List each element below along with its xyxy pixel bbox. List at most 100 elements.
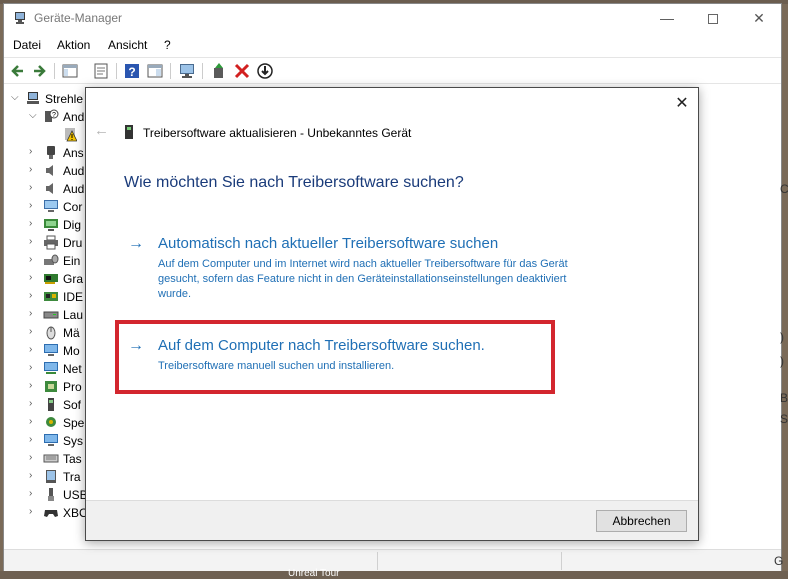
audio-input-icon: [47, 146, 55, 159]
menu-bar: Datei Aktion Ansicht ?: [4, 34, 781, 56]
taskbar-item-label[interactable]: Unreal Tour: [288, 568, 340, 579]
action-pane-icon[interactable]: [146, 62, 164, 80]
properties-icon[interactable]: [92, 62, 110, 80]
software-device-icon: [48, 398, 54, 411]
title-bar: Geräte-Manager — ✕: [4, 4, 781, 32]
chevron-right-icon[interactable]: ›: [29, 271, 41, 285]
chevron-right-icon[interactable]: ›: [29, 343, 41, 357]
chevron-right-icon[interactable]: ›: [29, 397, 41, 411]
chevron-right-icon[interactable]: ›: [29, 217, 41, 231]
chevron-right-icon[interactable]: ›: [29, 163, 41, 177]
tree-item-label: Aud: [63, 182, 85, 196]
monitor-icon: [44, 344, 58, 356]
device-icon: [125, 125, 133, 139]
show-hide-console-tree-icon[interactable]: [61, 62, 79, 80]
chevron-down-icon[interactable]: ⌵: [11, 91, 23, 105]
dialog-close-button[interactable]: ✕: [672, 94, 692, 114]
chevron-right-icon[interactable]: ›: [29, 505, 41, 519]
back-icon[interactable]: [9, 62, 27, 80]
input-device-icon: [44, 254, 59, 265]
ide-controller-icon: [44, 292, 58, 301]
tree-item-label: Dig: [63, 218, 82, 232]
arrow-right-icon: →: [128, 337, 144, 354]
tree-item-label: Gra: [63, 272, 84, 286]
menu-datei[interactable]: Datei: [13, 38, 41, 52]
dialog-title: Treibersoftware aktualisieren - Unbekann…: [143, 126, 412, 140]
update-driver-dialog: ✕ ← Treibersoftware aktualisieren - Unbe…: [85, 87, 699, 541]
menu-ansicht[interactable]: Ansicht: [108, 38, 147, 52]
minimize-button[interactable]: —: [644, 4, 690, 32]
graphics-card-icon: [44, 274, 58, 284]
chevron-right-icon[interactable]: ›: [29, 361, 41, 375]
arrow-right-icon: →: [128, 235, 144, 252]
system-device-icon: [44, 434, 58, 446]
tree-item-label: IDE: [63, 290, 84, 304]
option-title[interactable]: Automatisch nach aktueller Treibersoftwa…: [158, 235, 498, 252]
option-description: Auf dem Computer und im Internet wird na…: [158, 258, 568, 300]
unknown-device-icon: ?: [45, 109, 59, 122]
tree-item-label: Aud: [63, 164, 85, 178]
tree-item-label: Tra: [63, 470, 81, 484]
chevron-down-icon[interactable]: ⌵: [29, 109, 41, 123]
chevron-right-icon[interactable]: ›: [29, 379, 41, 393]
chevron-right-icon[interactable]: ›: [29, 307, 41, 321]
status-bar: G: [4, 549, 783, 571]
close-button[interactable]: ✕: [736, 4, 782, 32]
disable-device-icon[interactable]: [256, 62, 274, 80]
chevron-right-icon[interactable]: ›: [29, 451, 41, 465]
chevron-right-icon[interactable]: ›: [29, 487, 41, 501]
maximize-icon: [708, 14, 718, 25]
gamepad-icon: [44, 510, 58, 517]
back-button[interactable]: ←: [94, 123, 110, 139]
processor-icon: [45, 381, 57, 392]
tree-item-label: Net: [63, 362, 82, 376]
chevron-right-icon[interactable]: ›: [29, 145, 41, 159]
tree-root-label: Strehle: [45, 92, 84, 106]
browse-computer-option[interactable]: → Auf dem Computer nach Treibersoftware …: [124, 337, 584, 377]
uninstall-device-icon[interactable]: [233, 62, 251, 80]
search-automatically-option[interactable]: → Automatisch nach aktueller Treibersoft…: [124, 235, 584, 305]
tree-item-label: Ans: [63, 146, 84, 160]
tree-item-label: Tas: [63, 452, 82, 466]
chevron-right-icon[interactable]: ›: [29, 253, 41, 267]
toolbar-separator: [170, 63, 171, 79]
tree-item-label: Mä: [63, 326, 80, 340]
portable-device-icon: [46, 470, 56, 483]
digital-tv-icon: [44, 219, 58, 231]
scan-hardware-icon[interactable]: [178, 62, 196, 80]
dialog-question: Wie möchten Sie nach Treibersoftware suc…: [124, 174, 464, 191]
clipped-text: ): [780, 354, 784, 368]
chevron-right-icon[interactable]: ›: [29, 235, 41, 249]
printer-icon: [44, 235, 58, 250]
update-driver-icon[interactable]: [210, 62, 228, 80]
chevron-right-icon[interactable]: ›: [29, 433, 41, 447]
usb-icon: [48, 488, 54, 501]
tree-item-label: Lau: [63, 308, 84, 322]
chevron-right-icon[interactable]: ›: [29, 415, 41, 429]
tree-item-label: Spe: [63, 416, 85, 430]
chevron-right-icon[interactable]: ›: [29, 199, 41, 213]
status-cell: [377, 552, 561, 570]
chevron-right-icon[interactable]: ›: [29, 289, 41, 303]
chevron-right-icon[interactable]: ›: [29, 469, 41, 483]
clipped-text: B: [780, 391, 788, 405]
forward-icon[interactable]: [30, 62, 48, 80]
minimize-icon: —: [660, 10, 674, 26]
toolbar-separator: [54, 63, 55, 79]
warning-device-icon: [65, 128, 77, 142]
option-title[interactable]: Auf dem Computer nach Treibersoftware su…: [158, 337, 485, 354]
storage-controller-icon: [46, 417, 56, 427]
menu-help[interactable]: ?: [164, 38, 171, 52]
menu-aktion[interactable]: Aktion: [57, 38, 90, 52]
speaker-icon: [46, 183, 53, 194]
svg-text:?: ?: [128, 65, 135, 79]
chevron-right-icon[interactable]: ›: [29, 325, 41, 339]
svg-text:?: ?: [52, 112, 56, 119]
cancel-button[interactable]: Abbrechen: [596, 510, 687, 532]
help-icon[interactable]: ?: [123, 62, 141, 80]
chevron-right-icon[interactable]: ›: [29, 181, 41, 195]
maximize-button[interactable]: [690, 4, 736, 32]
tree-item-label: USB: [63, 488, 88, 502]
option-description: Treibersoftware manuell suchen und insta…: [158, 360, 395, 372]
tree-item-label: Mo: [63, 344, 80, 358]
